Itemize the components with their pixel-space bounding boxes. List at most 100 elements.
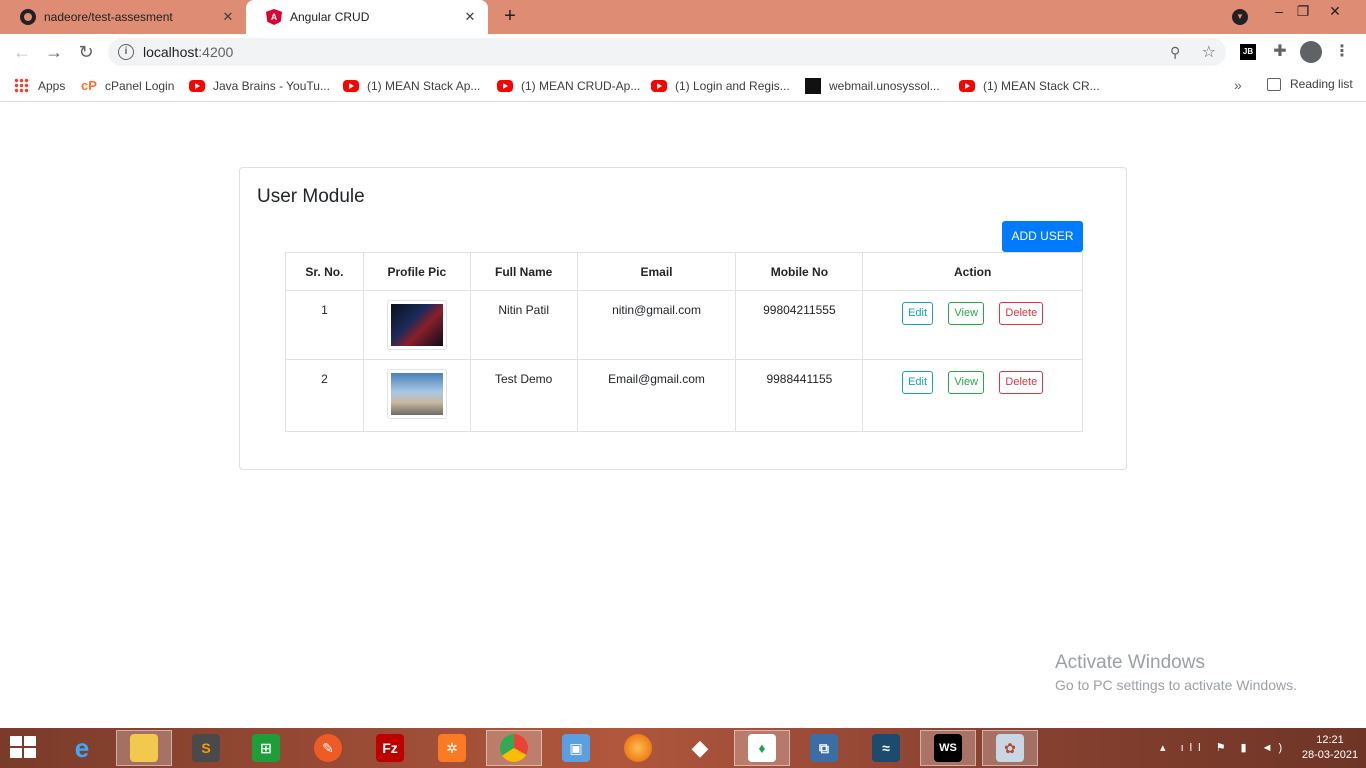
user-module-card: User Module ADD USER Sr. No. Profile Pic…	[239, 167, 1127, 470]
bookmark-java-brains[interactable]: Java Brains - YouTu...	[189, 77, 330, 95]
reading-list-icon	[1267, 77, 1281, 91]
bookmark-label: (1) MEAN CRUD-Ap...	[521, 79, 641, 93]
view-button[interactable]: View	[948, 302, 985, 325]
virtualbox-icon[interactable]: ▣	[548, 730, 604, 766]
reload-button[interactable]: ↻	[74, 40, 98, 64]
reading-list-button[interactable]: Reading list	[1267, 77, 1353, 91]
bookmark-apps[interactable]: Apps	[14, 77, 65, 95]
delete-button[interactable]: Delete	[999, 371, 1044, 394]
address-bar[interactable]: i localhost:4200 ⚲ ☆	[108, 38, 1226, 66]
page-title: User Module	[257, 186, 365, 207]
sr-no-cell: 1	[285, 290, 364, 360]
watermark-title: Activate Windows	[1055, 652, 1205, 673]
github-icon	[20, 9, 36, 25]
reading-list-label: Reading list	[1290, 77, 1353, 91]
webstorm-icon[interactable]: WS	[920, 730, 976, 766]
clock-date: 28-03-2021	[1301, 749, 1359, 761]
column-header-full-name: Full Name	[469, 252, 578, 291]
windows-start-icon[interactable]	[10, 736, 38, 760]
bookmark-mean-stack[interactable]: (1) MEAN Stack Ap...	[343, 77, 480, 95]
bookmark-cpanel[interactable]: cP cPanel Login	[81, 77, 174, 95]
bookmark-label: cPanel Login	[105, 79, 175, 93]
extensions-icon[interactable]: ✚	[1270, 42, 1290, 62]
cpanel-icon: cP	[81, 78, 97, 93]
paint-icon[interactable]: ✿	[982, 730, 1038, 766]
firefox-icon[interactable]	[610, 730, 666, 766]
postman-icon[interactable]: ✎	[300, 730, 356, 766]
tab-github[interactable]: nadeore/test-assesment ✕	[0, 0, 246, 34]
table-header-row: Sr. No. Profile Pic Full Name Email Mobi…	[285, 252, 1083, 291]
git-icon[interactable]: ◆	[672, 730, 728, 766]
back-button[interactable]: ←	[10, 40, 34, 64]
action-cell: Edit View Delete	[862, 290, 1083, 360]
search-icon[interactable]: ⚲	[1170, 44, 1186, 60]
email-cell: Email@gmail.com	[576, 359, 737, 432]
profile-avatar-icon[interactable]	[1300, 41, 1322, 63]
email-cell: nitin@gmail.com	[576, 290, 737, 360]
edit-button[interactable]: Edit	[902, 302, 934, 325]
youtube-icon	[959, 80, 975, 92]
mysql-workbench-icon[interactable]: ≈	[858, 730, 914, 766]
full-name-cell: Test Demo	[469, 359, 578, 432]
youtube-icon	[189, 80, 205, 92]
system-tray-icons[interactable]: ▴ ıll ⚑ ▮ ◄)	[1160, 741, 1288, 754]
taskbar-clock[interactable]: 12:21 28-03-2021	[1300, 733, 1360, 763]
watermark-subtitle: Go to PC settings to activate Windows.	[1055, 677, 1297, 693]
bookmark-label: (1) MEAN Stack Ap...	[367, 79, 481, 93]
windows-taskbar: e S ⊞ ✎ Fz ✲ ▣ ◆ ♦ ⧉ ≈ WS ✿ ▴ ıll ⚑ ▮ ◄)…	[0, 728, 1366, 768]
table-row: 2 Test Demo Email@gmail.com 9988441155 E…	[285, 359, 1083, 432]
action-cell: Edit View Delete	[862, 359, 1083, 432]
bookmark-mean-stack-crud[interactable]: (1) MEAN Stack CR...	[959, 77, 1100, 95]
internet-explorer-icon[interactable]: e	[54, 730, 110, 766]
sr-no-cell: 2	[285, 359, 364, 432]
file-explorer-icon[interactable]	[116, 730, 172, 766]
close-icon[interactable]: ✕	[462, 9, 478, 25]
table-row: 1 Nitin Patil nitin@gmail.com 9980421155…	[285, 290, 1083, 360]
url-host: localhost	[143, 44, 199, 60]
xampp-icon[interactable]: ✲	[424, 730, 480, 766]
apps-icon	[14, 78, 30, 94]
bookmark-webmail[interactable]: webmail.unosyssol...	[805, 77, 940, 95]
jetbrains-extension-icon[interactable]: JB	[1240, 44, 1256, 60]
view-button[interactable]: View	[948, 371, 985, 394]
tab-angular-crud[interactable]: A Angular CRUD ✕	[246, 0, 488, 34]
clock-time: 12:21	[1316, 734, 1344, 746]
info-icon[interactable]: i	[118, 44, 134, 60]
activate-windows-watermark: Activate Windows Go to PC settings to ac…	[1055, 652, 1297, 693]
full-name-cell: Nitin Patil	[469, 290, 578, 360]
delete-button[interactable]: Delete	[999, 302, 1044, 325]
chrome-icon[interactable]	[486, 730, 542, 766]
new-tab-button[interactable]: +	[498, 5, 522, 29]
tab-search-icon[interactable]: ▼	[1232, 9, 1248, 25]
youtube-icon	[343, 80, 359, 92]
bookmark-label: Java Brains - YouTu...	[213, 79, 330, 93]
browser-toolbar: ← → ↻ i localhost:4200 ⚲ ☆ JB ✚ ⋮	[0, 34, 1366, 70]
column-header-sr-no: Sr. No.	[285, 252, 364, 291]
mobile-cell: 9988441155	[735, 359, 864, 432]
store-icon[interactable]: ⊞	[238, 730, 294, 766]
menu-icon[interactable]: ⋮	[1332, 42, 1352, 62]
bookmark-mean-crud[interactable]: (1) MEAN CRUD-Ap...	[497, 77, 640, 95]
more-bookmarks-icon[interactable]: »	[1234, 77, 1242, 93]
sublime-text-icon[interactable]: S	[178, 730, 234, 766]
mongodb-compass-icon[interactable]: ♦	[734, 730, 790, 766]
column-header-mobile-no: Mobile No	[735, 252, 864, 291]
add-user-button[interactable]: ADD USER	[1002, 221, 1083, 252]
forward-button[interactable]: →	[42, 40, 66, 64]
close-icon[interactable]: ✕	[220, 9, 236, 25]
bookmark-login-register[interactable]: (1) Login and Regis...	[651, 77, 790, 95]
profile-pic-cell	[362, 290, 471, 360]
edit-button[interactable]: Edit	[902, 371, 934, 394]
column-header-action: Action	[862, 252, 1083, 291]
webmail-icon	[805, 78, 821, 94]
profile-thumbnail	[386, 369, 447, 419]
network-tool-icon[interactable]: ⧉	[796, 730, 852, 766]
angular-icon: A	[266, 9, 282, 25]
tab-title: Angular CRUD	[290, 10, 370, 24]
tab-title: nadeore/test-assesment	[44, 10, 173, 24]
filezilla-icon[interactable]: Fz	[362, 730, 418, 766]
window-close-button[interactable]: ✕	[1312, 0, 1358, 30]
profile-thumbnail	[386, 300, 447, 350]
bookmark-star-icon[interactable]: ☆	[1202, 42, 1216, 62]
bookmark-label: webmail.unosyssol...	[829, 79, 940, 93]
